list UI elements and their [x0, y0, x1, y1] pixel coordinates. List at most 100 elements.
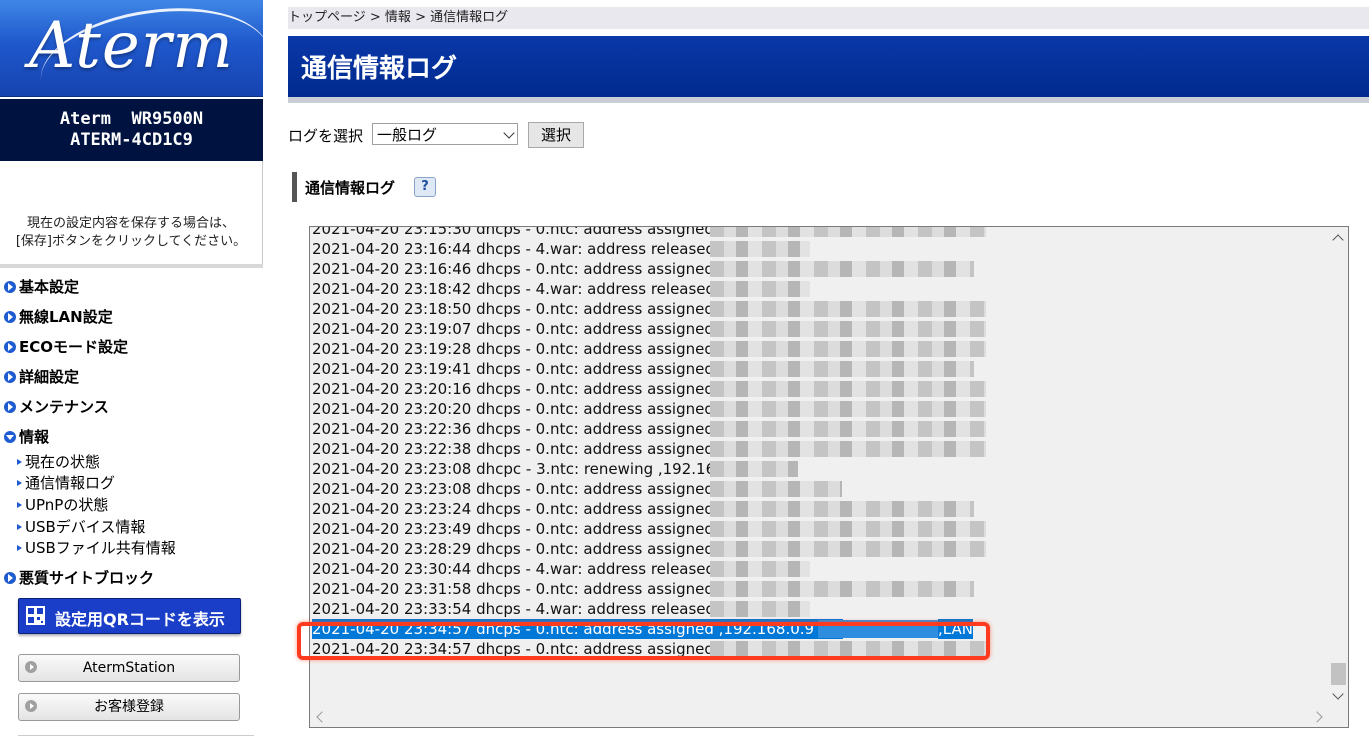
redacted-block — [710, 361, 974, 377]
redacted-block — [710, 481, 842, 497]
nav-sub-upnp-status[interactable]: UPnPの状態 — [17, 495, 108, 515]
log-line: 2021-04-20 23:23:49 dhcps - 0.ntc: addre… — [312, 519, 1327, 539]
section-marker — [292, 172, 297, 202]
breadcrumb-separator: > — [410, 10, 431, 25]
log-line: 2021-04-20 23:15:30 dhcps - 0.ntc: addre… — [312, 227, 1327, 239]
nav-basic-settings[interactable]: 基本設定 — [4, 277, 79, 297]
triangle-right-icon — [17, 502, 22, 508]
log-line: 2021-04-20 23:16:46 dhcps - 0.ntc: addre… — [312, 259, 1327, 279]
triangle-right-icon — [17, 480, 22, 486]
arrow-right-icon — [4, 401, 16, 413]
highlight-annotation-box — [297, 622, 990, 660]
arrow-down-icon — [4, 431, 16, 443]
chevron-down-icon — [503, 127, 515, 139]
log-line: 2021-04-20 23:23:08 dhcps - 0.ntc: addre… — [312, 479, 1327, 499]
nav-sub-current-status[interactable]: 現在の状態 — [17, 452, 100, 472]
scroll-down-icon[interactable] — [1332, 688, 1344, 700]
triangle-right-icon — [17, 524, 22, 530]
nav-label: ECOモード設定 — [19, 338, 129, 356]
arrow-right-icon — [4, 311, 16, 323]
log-line: 2021-04-20 23:30:44 dhcps - 4.war: addre… — [312, 559, 1327, 579]
redacted-block — [710, 401, 986, 417]
nav-info[interactable]: 情報 — [4, 427, 49, 447]
log-line: 2021-04-20 23:23:24 dhcps - 0.ntc: addre… — [312, 499, 1327, 519]
nav-label: 基本設定 — [19, 278, 80, 296]
triangle-right-icon — [17, 459, 22, 465]
device-model: Aterm WR9500N — [59, 109, 204, 129]
nav-sub-usb-file-share[interactable]: USBファイル共有情報 — [17, 538, 176, 558]
nav-detail-settings[interactable]: 詳細設定 — [4, 367, 79, 387]
customer-registration-label: お客様登録 — [94, 699, 164, 715]
redacted-block — [710, 441, 986, 457]
log-lines: 2021-04-20 23:15:30 dhcps - 0.ntc: addre… — [312, 227, 1327, 659]
log-line: 2021-04-20 23:22:38 dhcps - 0.ntc: addre… — [312, 439, 1327, 459]
nav-label: 悪質サイトブロック — [19, 569, 155, 587]
nav-malicious-site-block[interactable]: 悪質サイトブロック — [4, 568, 154, 588]
vertical-scrollbar[interactable] — [1329, 227, 1348, 707]
nav-maintenance[interactable]: メンテナンス — [4, 397, 109, 417]
redacted-block — [710, 561, 810, 577]
sidebar-bottom-divider — [18, 735, 254, 736]
qr-code-icon — [26, 606, 45, 625]
arrow-right-icon — [4, 341, 16, 353]
nav-sub-comm-log[interactable]: 通信情報ログ — [17, 473, 115, 493]
nav-sub-label: UPnPの状態 — [25, 496, 109, 514]
redacted-block — [710, 321, 986, 337]
redacted-block — [710, 241, 810, 257]
redacted-block — [710, 601, 810, 617]
redacted-block — [710, 301, 986, 317]
arrow-right-icon — [4, 572, 16, 584]
aterm-logo[interactable]: Aterm — [0, 0, 277, 139]
breadcrumb: トップページ > 情報 > 通信情報ログ — [288, 7, 1369, 29]
breadcrumb-home[interactable]: トップページ — [288, 10, 366, 25]
nav-wireless-lan-settings[interactable]: 無線LAN設定 — [4, 307, 113, 327]
aterm-station-button[interactable]: AtermStation — [18, 654, 240, 682]
scroll-left-icon[interactable] — [316, 711, 328, 723]
breadcrumb-current: 通信情報ログ — [430, 10, 509, 25]
nav-sub-label: 通信情報ログ — [25, 474, 116, 492]
horizontal-scrollbar[interactable] — [310, 707, 1329, 727]
log-line: 2021-04-20 23:33:54 dhcps - 4.war: addre… — [312, 599, 1327, 619]
customer-registration-button[interactable]: お客様登録 — [18, 693, 240, 721]
help-icon[interactable]: ? — [414, 177, 436, 197]
triangle-right-icon — [17, 545, 22, 551]
nav-label: 詳細設定 — [19, 368, 80, 386]
save-note-line1: 現在の設定内容を保存する場合は、 — [26, 216, 235, 231]
breadcrumb-separator: > — [365, 10, 385, 25]
save-note-line2: [保存]ボタンをクリックしてください。 — [15, 234, 247, 249]
nav-sub-usb-device-info[interactable]: USBデバイス情報 — [17, 517, 145, 537]
redacted-block — [710, 227, 986, 237]
log-line: 2021-04-20 23:19:41 dhcps - 0.ntc: addre… — [312, 359, 1327, 379]
nav-sub-label: USBデバイス情報 — [25, 518, 146, 536]
scroll-up-icon[interactable] — [1332, 234, 1344, 246]
section-title: 通信情報ログ — [305, 179, 396, 197]
page-title: 通信情報ログ — [301, 54, 458, 84]
sidebar-divider — [0, 264, 263, 268]
redacted-block — [710, 341, 986, 357]
log-line: 2021-04-20 23:19:07 dhcps - 0.ntc: addre… — [312, 319, 1327, 339]
log-line: 2021-04-20 23:28:29 dhcps - 0.ntc: addre… — [312, 539, 1327, 559]
redacted-block — [710, 461, 798, 477]
logo-text: Aterm — [29, 9, 234, 83]
log-type-select[interactable]: 一般ログ — [372, 123, 518, 145]
nav-sub-label: USBファイル共有情報 — [25, 539, 176, 557]
redacted-block — [710, 381, 986, 397]
log-line: 2021-04-20 23:18:42 dhcps - 4.war: addre… — [312, 279, 1327, 299]
arrow-right-icon — [4, 371, 16, 383]
scroll-right-icon[interactable] — [1311, 711, 1323, 723]
log-line: 2021-04-20 23:31:58 dhcps - 0.ntc: addre… — [312, 579, 1327, 599]
show-qr-code-button[interactable]: 設定用QRコードを表示 — [18, 598, 241, 634]
arrow-right-icon — [4, 281, 16, 293]
log-line: 2021-04-20 23:19:28 dhcps - 0.ntc: addre… — [312, 339, 1327, 359]
nav-eco-mode-settings[interactable]: ECOモード設定 — [4, 337, 128, 357]
log-line: 2021-04-20 23:20:16 dhcps - 0.ntc: addre… — [312, 379, 1327, 399]
breadcrumb-info[interactable]: 情報 — [385, 10, 411, 25]
redacted-block — [710, 421, 986, 437]
select-button[interactable]: 選択 — [528, 122, 584, 148]
nav-label: 無線LAN設定 — [19, 308, 113, 326]
scroll-thumb[interactable] — [1331, 663, 1346, 685]
log-line: 2021-04-20 23:23:08 dhcpc - 3.ntc: renew… — [312, 459, 1327, 479]
redacted-block — [710, 281, 810, 297]
log-line: 2021-04-20 23:20:20 dhcps - 0.ntc: addre… — [312, 399, 1327, 419]
log-line: 2021-04-20 23:16:44 dhcps - 4.war: addre… — [312, 239, 1327, 259]
